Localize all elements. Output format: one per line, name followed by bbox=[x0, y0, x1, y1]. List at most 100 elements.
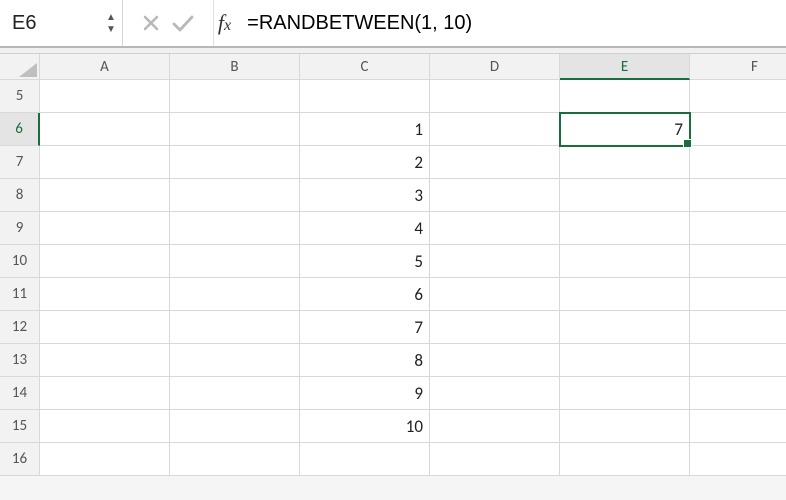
cell-d11[interactable] bbox=[430, 278, 560, 311]
cell-e6[interactable]: 7 bbox=[560, 113, 690, 146]
row-header-16[interactable]: 16 bbox=[0, 443, 40, 476]
cell-b8[interactable] bbox=[170, 179, 300, 212]
cell-d15[interactable] bbox=[430, 410, 560, 443]
cell-c11[interactable]: 6 bbox=[300, 278, 430, 311]
cell-a11[interactable] bbox=[40, 278, 170, 311]
formula-input[interactable] bbox=[245, 8, 782, 39]
row-header-15[interactable]: 15 bbox=[0, 410, 40, 443]
fx-icon[interactable]: fx bbox=[214, 10, 245, 36]
cell-b7[interactable] bbox=[170, 146, 300, 179]
cancel-icon[interactable] bbox=[141, 13, 161, 33]
cell-b5[interactable] bbox=[170, 80, 300, 113]
row-header-12[interactable]: 12 bbox=[0, 311, 40, 344]
row-header-11[interactable]: 11 bbox=[0, 278, 40, 311]
cell-a13[interactable] bbox=[40, 344, 170, 377]
row-header-5[interactable]: 5 bbox=[0, 80, 40, 113]
cell-d6[interactable] bbox=[430, 113, 560, 146]
column-header-f[interactable]: F bbox=[690, 54, 786, 80]
cell-f14[interactable] bbox=[690, 377, 786, 410]
cell-f12[interactable] bbox=[690, 311, 786, 344]
cell-d5[interactable] bbox=[430, 80, 560, 113]
cell-f16[interactable] bbox=[690, 443, 786, 476]
name-box-input[interactable] bbox=[10, 8, 102, 39]
cell-d13[interactable] bbox=[430, 344, 560, 377]
column-header-b[interactable]: B bbox=[170, 54, 300, 80]
cell-e9[interactable] bbox=[560, 212, 690, 245]
cell-f15[interactable] bbox=[690, 410, 786, 443]
cell-a15[interactable] bbox=[40, 410, 170, 443]
cell-d7[interactable] bbox=[430, 146, 560, 179]
spreadsheet-grid[interactable]: ABCDEF5617728394105116127138149151016 bbox=[0, 54, 786, 476]
row-header-9[interactable]: 9 bbox=[0, 212, 40, 245]
cell-e11[interactable] bbox=[560, 278, 690, 311]
cell-d9[interactable] bbox=[430, 212, 560, 245]
arrow-up-icon[interactable]: ▲ bbox=[106, 13, 116, 21]
cell-d16[interactable] bbox=[430, 443, 560, 476]
cell-c5[interactable] bbox=[300, 80, 430, 113]
cell-d14[interactable] bbox=[430, 377, 560, 410]
cell-f5[interactable] bbox=[690, 80, 786, 113]
cell-a6[interactable] bbox=[40, 113, 170, 146]
cell-f9[interactable] bbox=[690, 212, 786, 245]
cell-d8[interactable] bbox=[430, 179, 560, 212]
row-header-10[interactable]: 10 bbox=[0, 245, 40, 278]
cell-c9[interactable]: 4 bbox=[300, 212, 430, 245]
row-header-13[interactable]: 13 bbox=[0, 344, 40, 377]
cell-e13[interactable] bbox=[560, 344, 690, 377]
column-header-a[interactable]: A bbox=[40, 54, 170, 80]
column-header-d[interactable]: D bbox=[430, 54, 560, 80]
cell-f8[interactable] bbox=[690, 179, 786, 212]
cell-a5[interactable] bbox=[40, 80, 170, 113]
cell-c14[interactable]: 9 bbox=[300, 377, 430, 410]
cell-a14[interactable] bbox=[40, 377, 170, 410]
cell-b6[interactable] bbox=[170, 113, 300, 146]
cell-c7[interactable]: 2 bbox=[300, 146, 430, 179]
row-header-14[interactable]: 14 bbox=[0, 377, 40, 410]
cell-c6[interactable]: 1 bbox=[300, 113, 430, 146]
cell-d10[interactable] bbox=[430, 245, 560, 278]
cell-c15[interactable]: 10 bbox=[300, 410, 430, 443]
cell-a10[interactable] bbox=[40, 245, 170, 278]
row-header-6[interactable]: 6 bbox=[0, 113, 40, 146]
cell-f7[interactable] bbox=[690, 146, 786, 179]
cell-f10[interactable] bbox=[690, 245, 786, 278]
cell-a12[interactable] bbox=[40, 311, 170, 344]
cell-d12[interactable] bbox=[430, 311, 560, 344]
column-header-e[interactable]: E bbox=[560, 54, 690, 80]
column-header-c[interactable]: C bbox=[300, 54, 430, 80]
cell-a9[interactable] bbox=[40, 212, 170, 245]
arrow-down-icon[interactable]: ▼ bbox=[106, 25, 116, 33]
cell-b12[interactable] bbox=[170, 311, 300, 344]
cell-e5[interactable] bbox=[560, 80, 690, 113]
cell-e10[interactable] bbox=[560, 245, 690, 278]
cell-c10[interactable]: 5 bbox=[300, 245, 430, 278]
cell-e8[interactable] bbox=[560, 179, 690, 212]
cell-b13[interactable] bbox=[170, 344, 300, 377]
name-box-spinner[interactable]: ▲ ▼ bbox=[106, 13, 116, 33]
cell-b10[interactable] bbox=[170, 245, 300, 278]
cell-a16[interactable] bbox=[40, 443, 170, 476]
cell-c12[interactable]: 7 bbox=[300, 311, 430, 344]
cell-f13[interactable] bbox=[690, 344, 786, 377]
cell-b9[interactable] bbox=[170, 212, 300, 245]
cell-b16[interactable] bbox=[170, 443, 300, 476]
cell-c16[interactable] bbox=[300, 443, 430, 476]
row-header-8[interactable]: 8 bbox=[0, 179, 40, 212]
cell-e16[interactable] bbox=[560, 443, 690, 476]
cell-e14[interactable] bbox=[560, 377, 690, 410]
cell-b14[interactable] bbox=[170, 377, 300, 410]
row-header-7[interactable]: 7 bbox=[0, 146, 40, 179]
cell-c8[interactable]: 3 bbox=[300, 179, 430, 212]
cell-f6[interactable] bbox=[690, 113, 786, 146]
confirm-icon[interactable] bbox=[171, 13, 195, 33]
cell-a8[interactable] bbox=[40, 179, 170, 212]
cell-e7[interactable] bbox=[560, 146, 690, 179]
cell-b15[interactable] bbox=[170, 410, 300, 443]
cell-e15[interactable] bbox=[560, 410, 690, 443]
cell-e12[interactable] bbox=[560, 311, 690, 344]
cell-b11[interactable] bbox=[170, 278, 300, 311]
cell-a7[interactable] bbox=[40, 146, 170, 179]
select-all-corner[interactable] bbox=[0, 54, 40, 80]
cell-f11[interactable] bbox=[690, 278, 786, 311]
cell-c13[interactable]: 8 bbox=[300, 344, 430, 377]
